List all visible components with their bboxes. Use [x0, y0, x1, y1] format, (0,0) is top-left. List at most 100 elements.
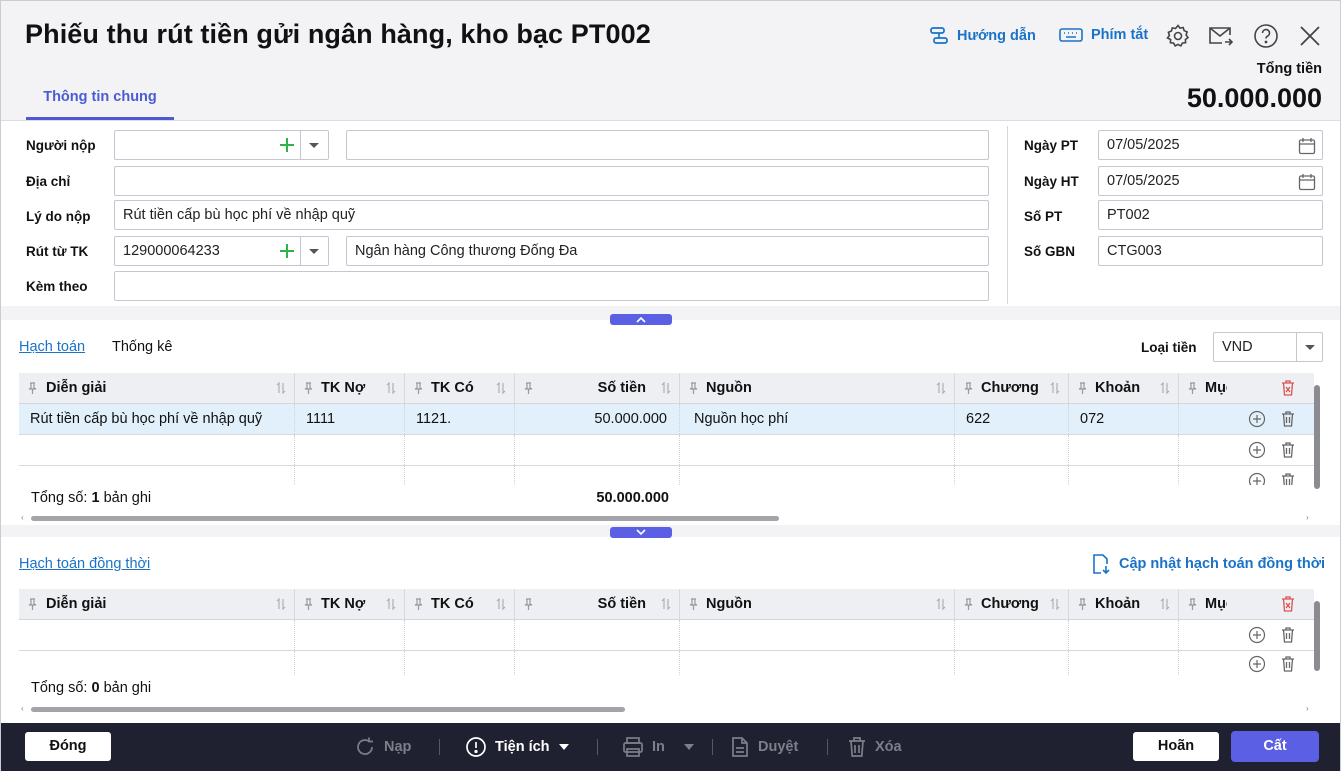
scroll-right-icon[interactable]: › — [1306, 513, 1309, 522]
cell-empty[interactable] — [680, 620, 955, 650]
collapse-toggle[interactable] — [610, 314, 672, 325]
cell-empty[interactable] — [405, 435, 515, 465]
concurrent-horizontal-scrollbar[interactable] — [31, 707, 625, 712]
pin-icon[interactable] — [1078, 598, 1087, 610]
cell-empty[interactable] — [19, 435, 295, 465]
sort-icon[interactable] — [1050, 598, 1060, 610]
sort-icon[interactable] — [936, 598, 946, 610]
chevron-down-icon[interactable] — [309, 143, 319, 148]
cell-section[interactable]: 072 — [1069, 404, 1179, 434]
cell-empty[interactable] — [1069, 620, 1179, 650]
trash-icon[interactable] — [1279, 626, 1297, 644]
cell-amount[interactable]: 50.000.000 — [515, 404, 680, 434]
guide-link[interactable]: Hướng dẫn — [929, 26, 1036, 46]
pin-icon[interactable] — [689, 598, 698, 610]
col-item[interactable]: Mục — [1179, 373, 1227, 403]
sort-icon[interactable] — [661, 382, 671, 394]
col-source[interactable]: Nguồn — [680, 373, 955, 403]
cell-empty[interactable] — [955, 435, 1069, 465]
cell-empty[interactable] — [295, 435, 405, 465]
print-button[interactable]: In — [622, 736, 695, 758]
bank-name-field[interactable]: Ngân hàng Công thương Đống Đa — [346, 236, 989, 266]
concurrent-vertical-scrollbar[interactable] — [1314, 601, 1320, 671]
add-icon[interactable] — [279, 137, 295, 153]
col-section[interactable]: Khoản — [1069, 589, 1179, 619]
grid-horizontal-scrollbar[interactable] — [31, 516, 779, 521]
undo-button[interactable]: Hoãn — [1132, 731, 1220, 762]
close-button[interactable]: Đóng — [24, 731, 112, 762]
payer-combo[interactable] — [114, 130, 329, 160]
add-row-icon[interactable] — [1248, 441, 1266, 459]
sort-icon[interactable] — [496, 382, 506, 394]
expand-toggle[interactable] — [610, 527, 672, 538]
sort-icon[interactable] — [1050, 382, 1060, 394]
sort-icon[interactable] — [276, 598, 286, 610]
cell-empty[interactable] — [515, 435, 680, 465]
col-credit[interactable]: TK Có — [405, 589, 515, 619]
shortcut-link[interactable]: Phím tắt — [1059, 26, 1148, 44]
utilities-button[interactable]: Tiện ích — [465, 736, 570, 758]
cell-empty[interactable] — [515, 620, 680, 650]
pin-icon[interactable] — [28, 598, 37, 610]
pin-icon[interactable] — [1188, 598, 1197, 610]
currency-select[interactable]: VND — [1213, 332, 1323, 362]
pin-icon[interactable] — [414, 382, 423, 394]
add-row-icon[interactable] — [1248, 655, 1266, 673]
table-row[interactable] — [19, 435, 1314, 466]
cell-empty[interactable] — [1069, 435, 1179, 465]
scroll-left-icon[interactable]: ‹ — [21, 704, 24, 713]
grid-vertical-scrollbar[interactable] — [1314, 385, 1320, 489]
address-field[interactable] — [114, 166, 989, 196]
col-amount[interactable]: Số tiền — [515, 373, 680, 403]
cell-credit[interactable]: 1121. — [405, 404, 515, 434]
pin-icon[interactable] — [964, 382, 973, 394]
cell-debit[interactable]: 1111 — [295, 404, 405, 434]
pin-icon[interactable] — [964, 598, 973, 610]
sort-icon[interactable] — [496, 598, 506, 610]
attach-field[interactable] — [114, 271, 989, 301]
col-item[interactable]: Mục — [1179, 589, 1227, 619]
cell-empty[interactable] — [405, 620, 515, 650]
col-debit[interactable]: TK Nợ — [295, 373, 405, 403]
pin-icon[interactable] — [1188, 382, 1197, 394]
sort-icon[interactable] — [661, 598, 671, 610]
pin-icon[interactable] — [689, 382, 698, 394]
col-debit[interactable]: TK Nợ — [295, 589, 405, 619]
col-source[interactable]: Nguồn — [680, 589, 955, 619]
pin-icon[interactable] — [304, 382, 313, 394]
add-icon[interactable] — [279, 243, 295, 259]
help-icon[interactable] — [1253, 23, 1279, 49]
account-combo[interactable]: 129000064233 — [114, 236, 329, 266]
tab-accounting[interactable]: Hạch toán — [19, 339, 85, 355]
trash-icon[interactable] — [1279, 410, 1297, 428]
update-concurrent-link[interactable]: Cập nhật hạch toán đồng thời — [1091, 553, 1325, 575]
add-row-icon[interactable] — [1248, 472, 1266, 485]
tab-general-info[interactable]: Thông tin chung — [26, 79, 174, 120]
col-credit[interactable]: TK Có — [405, 373, 515, 403]
pin-icon[interactable] — [304, 598, 313, 610]
cell-chapter[interactable]: 622 — [955, 404, 1069, 434]
col-chapter[interactable]: Chương — [955, 589, 1069, 619]
cell-empty[interactable] — [19, 620, 295, 650]
col-section[interactable]: Khoản — [1069, 373, 1179, 403]
cell-empty[interactable] — [680, 435, 955, 465]
reload-button[interactable]: Nạp — [354, 736, 411, 758]
scroll-right-icon[interactable]: › — [1306, 704, 1309, 713]
sort-icon[interactable] — [1160, 598, 1170, 610]
col-chapter[interactable]: Chương — [955, 373, 1069, 403]
cell-source[interactable]: Nguồn học phí — [680, 404, 955, 434]
calendar-icon[interactable] — [1298, 173, 1316, 191]
pin-icon[interactable] — [1078, 382, 1087, 394]
cell-item[interactable] — [1179, 404, 1227, 434]
date-pt-field[interactable]: 07/05/2025 — [1098, 130, 1323, 160]
delete-button[interactable]: Xóa — [847, 736, 902, 758]
close-icon[interactable] — [1297, 23, 1323, 49]
add-row-icon[interactable] — [1248, 410, 1266, 428]
chevron-down-icon[interactable] — [309, 249, 319, 254]
trash-icon[interactable] — [1279, 655, 1297, 673]
sort-icon[interactable] — [936, 382, 946, 394]
calendar-icon[interactable] — [1298, 137, 1316, 155]
col-desc[interactable]: Diễn giải — [19, 589, 295, 619]
sort-icon[interactable] — [276, 382, 286, 394]
pin-icon[interactable] — [28, 382, 37, 394]
